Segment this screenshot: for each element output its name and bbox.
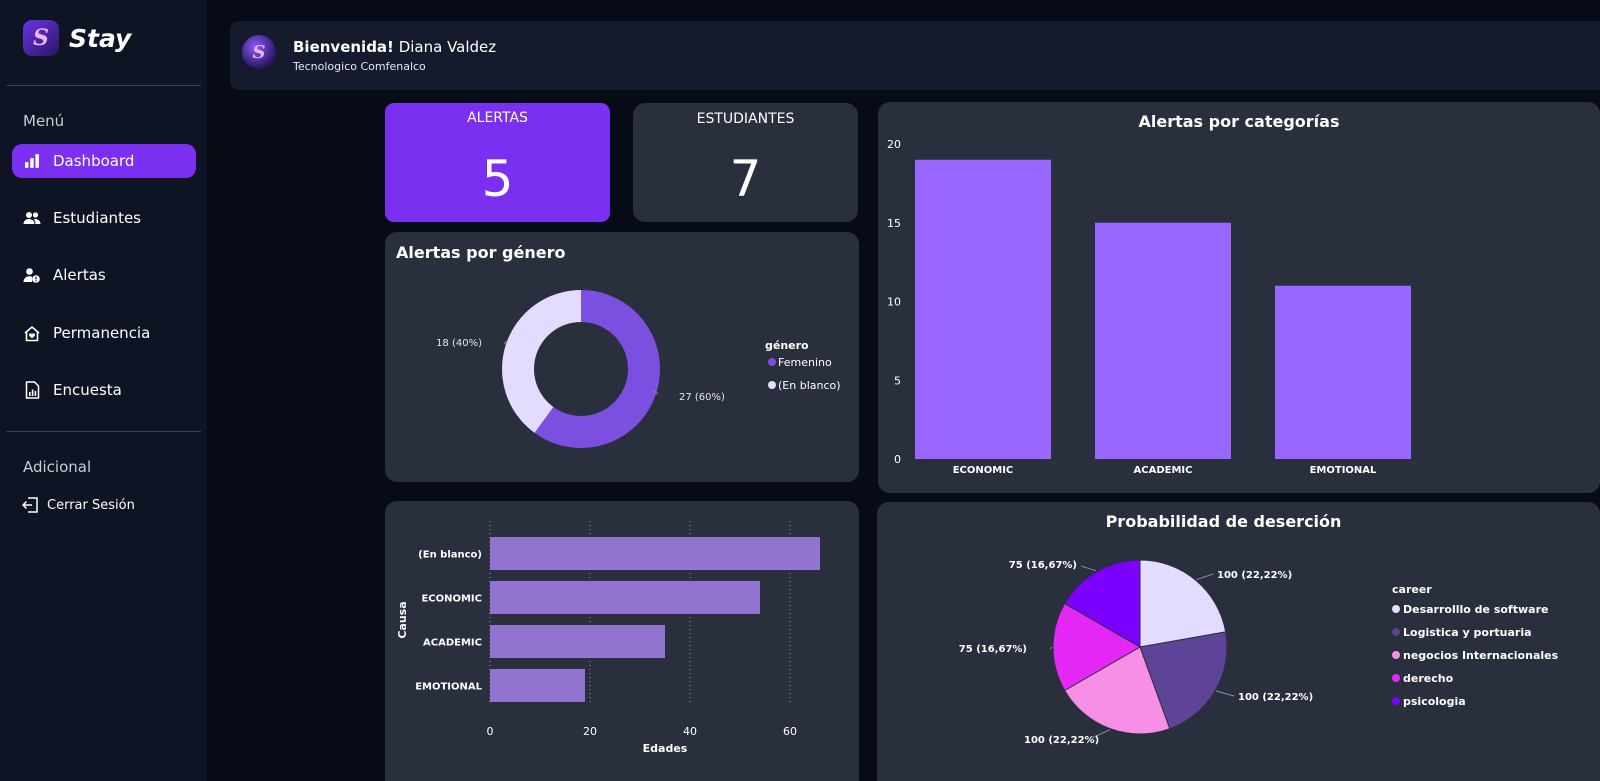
legend-entry: Femenino — [778, 356, 832, 369]
categories-bar-chart: 0 5 10 15 20 ECONOMIC ACADEMIC EMOTIONAL — [887, 138, 1411, 476]
alerts-kpi-card: ALERTAS 5 — [385, 103, 610, 222]
sidebar-item-alertas[interactable]: Alertas — [12, 258, 196, 292]
institution-name: Tecnologico Comfenalco — [293, 60, 426, 73]
legend-marker — [1392, 674, 1400, 682]
home-heart-icon — [23, 324, 41, 342]
x-tick-label: ACADEMIC — [1134, 465, 1193, 476]
report-icon — [23, 381, 41, 399]
logo-icon: S — [23, 20, 59, 56]
legend-entry: (En blanco) — [778, 379, 841, 392]
y-tick-label: 0 — [894, 453, 901, 466]
y-tick-label: EMOTIONAL — [415, 682, 482, 693]
leader-line — [1049, 646, 1053, 650]
menu-section-label: Menú — [23, 112, 65, 130]
user-name: Diana Valdez — [398, 38, 497, 56]
users-icon — [23, 209, 41, 227]
alerts-kpi-label: ALERTAS — [467, 110, 528, 126]
students-kpi-card: ESTUDIANTES 7 — [633, 103, 858, 222]
legend-marker — [768, 381, 776, 389]
bar — [490, 581, 760, 614]
avatar[interactable]: S — [242, 35, 276, 69]
legend-entry: Desarrolllo de software — [1403, 603, 1548, 616]
x-tick-label: 40 — [683, 725, 697, 738]
slice-label: 100 (22,22%) — [1024, 735, 1099, 746]
sidebar-item-encuesta[interactable]: Encuesta — [12, 373, 196, 407]
sidebar: S Stay Menú Dashboard Estudiantes Alerta… — [0, 0, 207, 781]
x-tick-label: ECONOMIC — [953, 465, 1014, 476]
leader-line — [1196, 573, 1214, 581]
causes-bar-chart: 0 20 40 60 (En blanco) ECONOMIC ACADEMIC EMOTIO… — [396, 521, 820, 755]
y-tick-label: 20 — [887, 138, 901, 151]
greeting: Bienvenida! — [293, 38, 394, 56]
logout-label: Cerrar Sesión — [47, 497, 135, 513]
bar — [1095, 222, 1231, 459]
bar — [490, 625, 665, 658]
leader-line — [1216, 690, 1235, 697]
sidebar-item-label: Estudiantes — [53, 209, 141, 227]
legend-entry: psicologia — [1403, 695, 1466, 708]
y-tick-label: ACADEMIC — [423, 638, 482, 649]
sidebar-divider — [6, 85, 201, 86]
x-tick-label: EMOTIONAL — [1310, 465, 1377, 476]
legend-title: género — [765, 339, 809, 352]
y-tick-label: ECONOMIC — [421, 594, 482, 605]
y-tick-label: 15 — [887, 217, 901, 230]
sidebar-divider — [6, 431, 201, 432]
students-kpi-label: ESTUDIANTES — [696, 111, 795, 127]
legend-entry: negocios Internacionales — [1403, 649, 1559, 662]
x-tick-label: 60 — [783, 725, 797, 738]
legend-marker — [1392, 651, 1400, 659]
gender-donut-chart: 27 (60%) 18 (40%) género Femenino (En blanco… — [436, 290, 841, 448]
slice-label: 75 (16,67%) — [1009, 560, 1077, 571]
logout-icon — [22, 496, 40, 514]
dropout-chart-card: Probabilidad de deserción 100 (22,22%) 10… — [877, 502, 1600, 781]
categories-chart-card: Alertas por categorías 0 5 10 15 20 ECONOMIC A… — [878, 102, 1600, 493]
sidebar-item-estudiantes[interactable]: Estudiantes — [12, 201, 196, 235]
y-tick-label: 5 — [894, 374, 901, 387]
additional-section-label: Adicional — [23, 458, 92, 476]
legend-entry: derecho — [1403, 672, 1454, 685]
slice-label: 27 (60%) — [679, 392, 725, 403]
legend-marker — [768, 358, 776, 366]
bar-chart-icon — [23, 152, 41, 170]
legend-marker — [1392, 605, 1400, 613]
sidebar-item-label: Permanencia — [53, 324, 151, 342]
logout-button[interactable]: Cerrar Sesión — [22, 496, 135, 514]
slice-label: 100 (22,22%) — [1217, 570, 1292, 581]
sidebar-item-label: Encuesta — [53, 381, 122, 399]
bar — [490, 537, 820, 570]
causes-chart-card: 0 20 40 60 (En blanco) ECONOMIC ACADEMIC EMOTIO… — [385, 501, 859, 781]
y-tick-label: 10 — [887, 296, 901, 309]
legend-marker — [1392, 628, 1400, 636]
sidebar-item-label: Dashboard — [53, 152, 135, 170]
bar — [915, 159, 1051, 459]
bar — [1275, 285, 1411, 459]
students-kpi-value: 7 — [729, 150, 762, 208]
x-tick-label: 20 — [583, 725, 597, 738]
bar — [490, 669, 585, 702]
y-axis-label: Causa — [396, 601, 409, 638]
slice-label: 100 (22,22%) — [1238, 692, 1313, 703]
legend-title: career — [1392, 583, 1432, 596]
slice-label: 18 (40%) — [436, 338, 482, 349]
app-logo[interactable]: S Stay — [23, 20, 131, 56]
legend-marker — [1392, 697, 1400, 705]
alerts-kpi-value: 5 — [481, 150, 514, 208]
slice-label: 75 (16,67%) — [959, 644, 1027, 655]
leader-line — [1080, 565, 1097, 572]
x-axis-label: Edades — [643, 742, 688, 755]
x-tick-label: 0 — [487, 725, 494, 738]
donut-slice — [502, 290, 581, 433]
welcome-message: Bienvenida! Diana Valdez — [293, 38, 496, 56]
sidebar-item-label: Alertas — [53, 266, 106, 284]
user-alert-icon — [23, 266, 41, 284]
top-header: S Bienvenida! Diana Valdez Tecnologico C… — [230, 21, 1600, 90]
sidebar-item-permanencia[interactable]: Permanencia — [12, 316, 196, 350]
dropout-pie-chart: 100 (22,22%) 100 (22,22%) 100 (22,22%) 75 (… — [959, 559, 1559, 746]
legend-entry: Logistica y portuaria — [1403, 626, 1532, 639]
y-tick-label: (En blanco) — [418, 550, 482, 561]
app-name: Stay — [69, 23, 132, 53]
sidebar-item-dashboard[interactable]: Dashboard — [12, 144, 196, 178]
gender-chart-card: Alertas por género 27 (60%) 18 (40%) géner… — [385, 232, 859, 482]
